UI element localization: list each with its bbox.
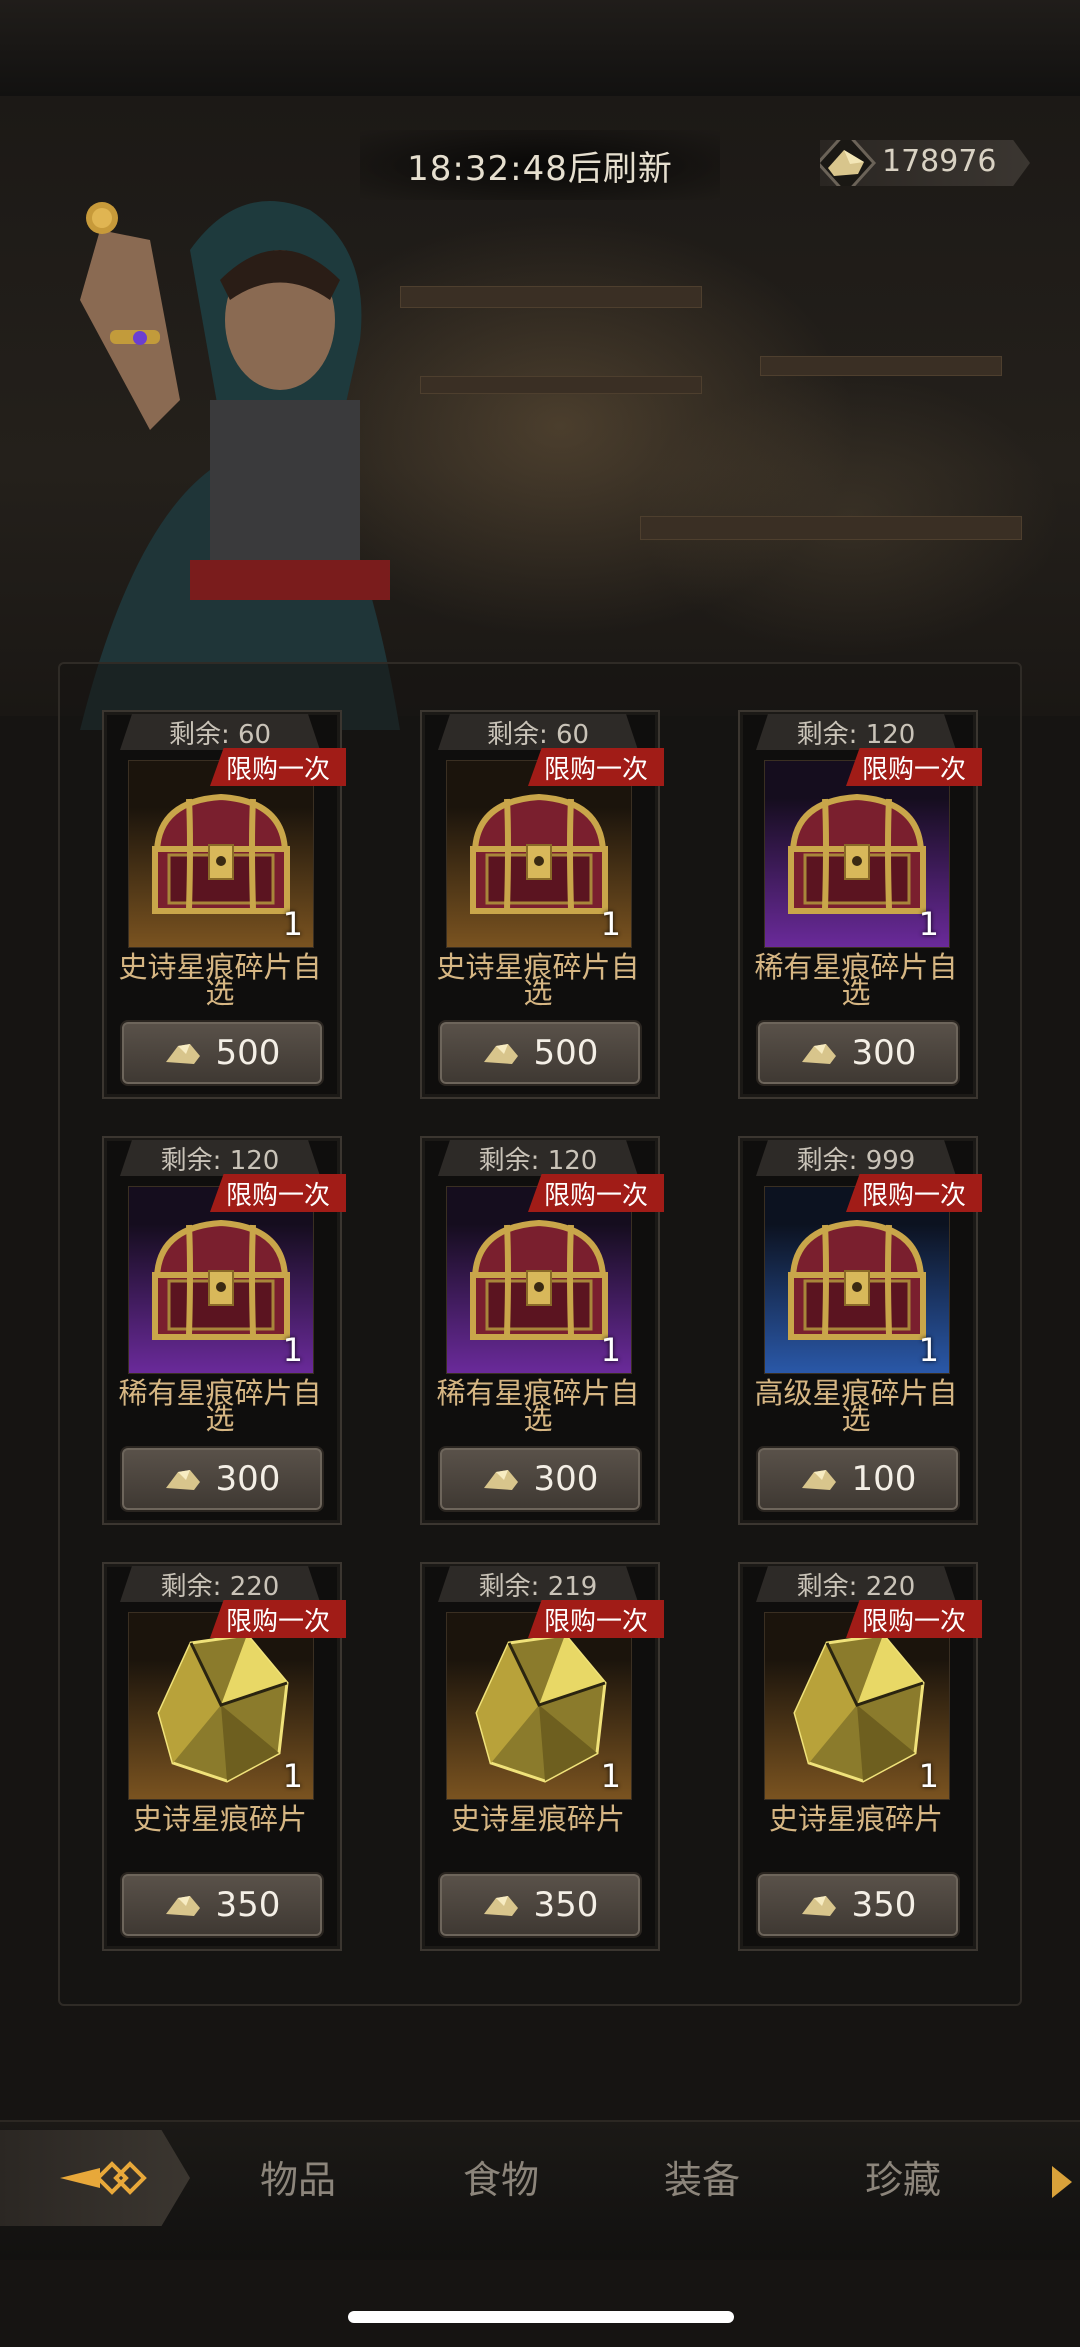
- shop-item-card[interactable]: 剩余: 120 1 限购一次 稀有星痕碎片自选 300: [738, 710, 982, 1099]
- remaining-count: 剩余: 220: [120, 1566, 320, 1602]
- tab-home[interactable]: [0, 2130, 190, 2226]
- item-image: 1: [764, 1186, 950, 1374]
- item-image: 1: [128, 1612, 314, 1800]
- remaining-count: 剩余: 60: [120, 714, 320, 750]
- limit-once-badge: 限购一次: [528, 1600, 664, 1638]
- star-crystal-icon: [165, 1896, 200, 1916]
- currency-amount: 178976: [882, 144, 997, 179]
- price-value: 100: [851, 1459, 917, 1499]
- limit-once-badge: 限购一次: [846, 748, 982, 786]
- remaining-count: 剩余: 220: [756, 1566, 956, 1602]
- price-value: 500: [533, 1033, 599, 1073]
- buy-button[interactable]: 350: [438, 1872, 642, 1938]
- item-image: 1: [764, 760, 950, 948]
- price-value: 350: [215, 1885, 281, 1925]
- item-name: 高级星痕碎片自选: [754, 1376, 958, 1436]
- item-quantity: 1: [600, 1331, 621, 1369]
- shop-item-card[interactable]: 剩余: 120 1 限购一次 稀有星痕碎片自选 300: [102, 1136, 346, 1525]
- buy-button[interactable]: 500: [438, 1020, 642, 1086]
- item-quantity: 1: [282, 905, 303, 943]
- remaining-count: 剩余: 219: [438, 1566, 638, 1602]
- tab-item[interactable]: 物品: [233, 2150, 363, 2210]
- item-quantity: 1: [600, 905, 621, 943]
- remaining-count: 剩余: 60: [438, 714, 638, 750]
- star-crystal-icon: [801, 1470, 836, 1490]
- price-value: 350: [533, 1885, 599, 1925]
- star-crystal-icon: [801, 1044, 836, 1064]
- item-quantity: 1: [918, 1757, 939, 1795]
- buy-button[interactable]: 350: [120, 1872, 324, 1938]
- item-name: 史诗星痕碎片自选: [118, 950, 322, 1010]
- merchant-character: [80, 201, 400, 730]
- remaining-count: 剩余: 120: [756, 714, 956, 750]
- item-quantity: 1: [918, 1331, 939, 1369]
- shop-item-card[interactable]: 剩余: 120 1 限购一次 稀有星痕碎片自选 300: [420, 1136, 664, 1525]
- item-name: 稀有星痕碎片自选: [436, 1376, 640, 1436]
- star-crystal-icon: [483, 1044, 518, 1064]
- limit-once-badge: 限购一次: [210, 1600, 346, 1638]
- limit-once-badge: 限购一次: [528, 1174, 664, 1212]
- price-value: 300: [851, 1033, 917, 1073]
- star-crystal-icon: [165, 1044, 200, 1064]
- item-name: 稀有星痕碎片自选: [754, 950, 958, 1010]
- shop-item-card[interactable]: 剩余: 220 1 限购一次 史诗星痕碎片 350: [102, 1562, 346, 1951]
- counter: [640, 516, 1022, 540]
- chevron-right-icon[interactable]: [1050, 2164, 1074, 2200]
- price-value: 500: [215, 1033, 281, 1073]
- limit-once-badge: 限购一次: [210, 1174, 346, 1212]
- shop-item-card[interactable]: 剩余: 60 1 限购一次 史诗星痕碎片自选 500: [420, 710, 664, 1099]
- star-crystal-icon: [483, 1470, 518, 1490]
- buy-button[interactable]: 300: [120, 1446, 324, 1512]
- shop-item-card[interactable]: 剩余: 60 1 限购一次 史诗星痕碎片自选 500: [102, 710, 346, 1099]
- remaining-count: 剩余: 120: [438, 1140, 638, 1176]
- remaining-count: 剩余: 120: [120, 1140, 320, 1176]
- item-quantity: 1: [600, 1757, 621, 1795]
- shelf: [760, 356, 1002, 376]
- buy-button[interactable]: 300: [438, 1446, 642, 1512]
- item-name: 史诗星痕碎片自选: [436, 950, 640, 1010]
- limit-once-badge: 限购一次: [210, 748, 346, 786]
- buy-button[interactable]: 300: [756, 1020, 960, 1086]
- limit-once-badge: 限购一次: [528, 748, 664, 786]
- limit-once-badge: 限购一次: [846, 1600, 982, 1638]
- shop-item-card[interactable]: 剩余: 220 1 限购一次 史诗星痕碎片 350: [738, 1562, 982, 1951]
- price-value: 350: [851, 1885, 917, 1925]
- top-frame: [0, 0, 1080, 99]
- currency-display[interactable]: 178976: [820, 140, 1030, 186]
- item-name: 史诗星痕碎片: [450, 1802, 625, 1836]
- item-name: 稀有星痕碎片自选: [118, 1376, 322, 1436]
- remaining-count: 剩余: 999: [756, 1140, 956, 1176]
- item-image: 1: [446, 1612, 632, 1800]
- item-image: 1: [764, 1612, 950, 1800]
- item-image: 1: [128, 760, 314, 948]
- buy-button[interactable]: 350: [756, 1872, 960, 1938]
- item-quantity: 1: [918, 905, 939, 943]
- home-indicator: [348, 2311, 734, 2323]
- item-name: 史诗星痕碎片: [132, 1802, 307, 1836]
- star-crystal-icon: [483, 1896, 518, 1916]
- item-image: 1: [446, 760, 632, 948]
- item-quantity: 1: [282, 1331, 303, 1369]
- shop-item-card[interactable]: 剩余: 999 1 限购一次 高级星痕碎片自选 100: [738, 1136, 982, 1525]
- item-quantity: 1: [282, 1757, 303, 1795]
- price-value: 300: [215, 1459, 281, 1499]
- item-image: 1: [128, 1186, 314, 1374]
- buy-button[interactable]: 500: [120, 1020, 324, 1086]
- tab-item[interactable]: 装备: [637, 2150, 767, 2210]
- item-image: 1: [446, 1186, 632, 1374]
- tab-item[interactable]: 珍藏: [838, 2150, 968, 2210]
- star-crystal-icon: [165, 1470, 200, 1490]
- limit-once-badge: 限购一次: [846, 1174, 982, 1212]
- price-value: 300: [533, 1459, 599, 1499]
- diamond-arrow-icon: [60, 2161, 147, 2195]
- buy-button[interactable]: 100: [756, 1446, 960, 1512]
- item-name: 史诗星痕碎片: [768, 1802, 943, 1836]
- refresh-timer: 18:32:48后刷新: [360, 130, 720, 200]
- tab-item[interactable]: 食物: [436, 2150, 566, 2210]
- star-crystal-icon: [801, 1896, 836, 1916]
- shop-item-card[interactable]: 剩余: 219 1 限购一次 史诗星痕碎片 350: [420, 1562, 664, 1951]
